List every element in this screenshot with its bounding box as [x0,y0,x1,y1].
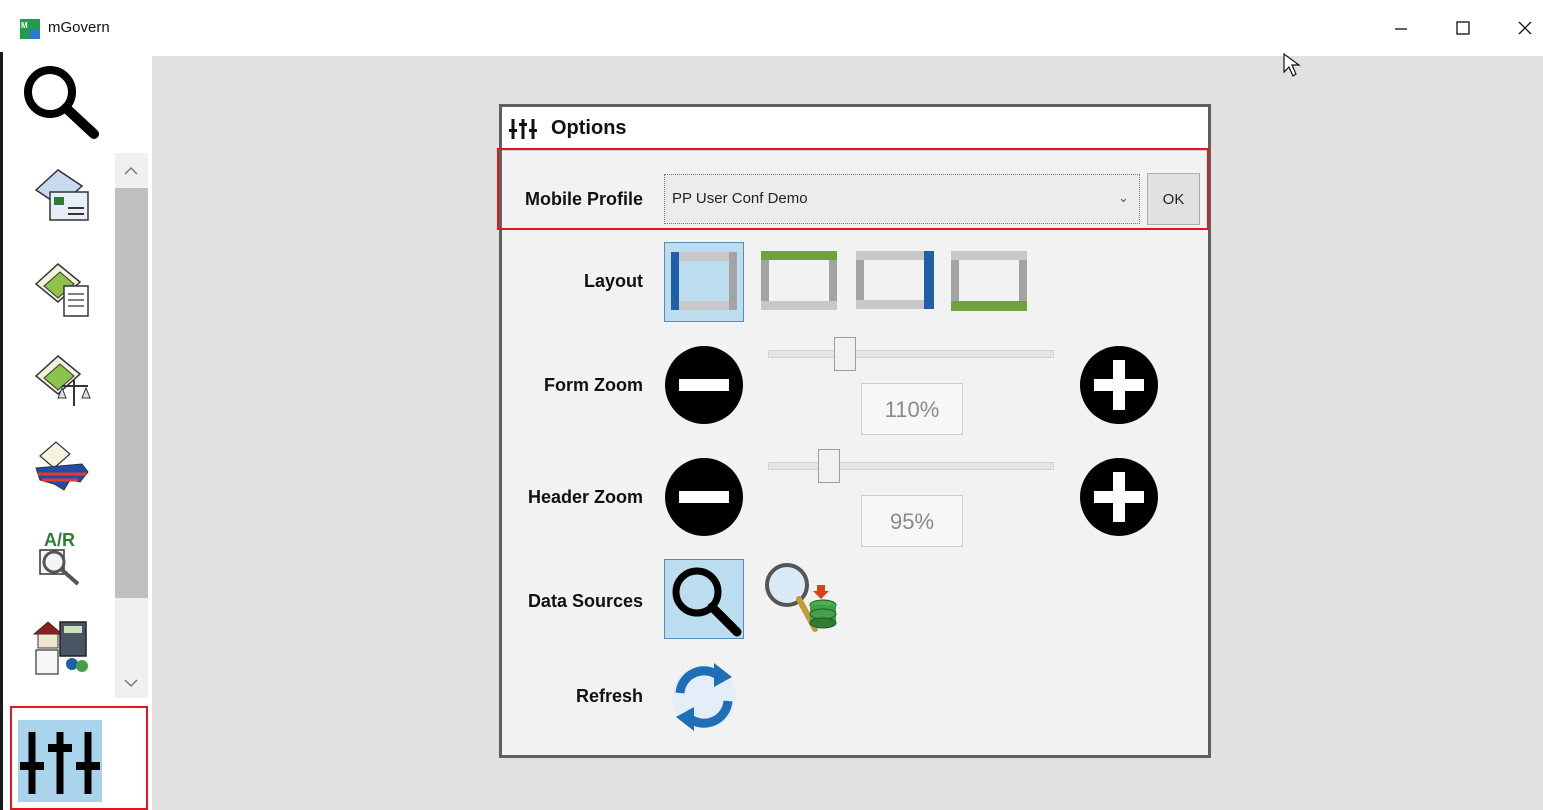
sidebar-item-calculator[interactable] [30,614,94,678]
layout-top-bar-icon [761,251,837,310]
header-zoom-slider[interactable] [768,462,1054,470]
maximize-icon [1456,21,1470,35]
search-icon [24,66,99,139]
search-icon [672,567,742,637]
refresh-button[interactable] [664,655,744,735]
refresh-icon [672,663,736,731]
data-source-option-database[interactable] [759,559,839,639]
layout-option-left[interactable] [664,242,744,322]
window-title: mGovern [48,19,110,36]
mobile-profile-label: Mobile Profile [524,189,643,209]
sidebar-scrollbar-thumb[interactable] [115,188,148,598]
sidebar-item-options[interactable] [18,720,102,802]
database-search-icon [765,563,837,632]
app-logo-icon: M [20,19,40,39]
scroll-up-button[interactable] [115,155,148,185]
chevron-down-icon: ⌄ [1118,190,1129,205]
calculator-house-icon [32,621,88,675]
refresh-label: Refresh [575,686,643,706]
sidebar-item-legal[interactable] [30,348,94,412]
sidebar-item-ar[interactable]: A/R [30,524,94,588]
layout-bottom-bar-icon [951,251,1027,311]
sidebar-item-billing[interactable] [30,164,94,228]
minimize-icon [1395,28,1407,30]
sidebar-item-documents[interactable] [30,256,94,320]
minus-circle-icon [665,346,743,424]
close-button[interactable] [1502,10,1543,46]
layout-option-top[interactable] [759,242,839,322]
layout-label: Layout [583,271,643,291]
layout-option-right[interactable] [854,242,934,322]
plus-circle-icon [1080,458,1158,536]
form-zoom-slider-thumb[interactable] [834,337,856,371]
options-sliders-icon [509,119,537,139]
plus-circle-icon [1080,346,1158,424]
header-zoom-value: 95% [861,495,963,547]
scroll-down-button[interactable] [115,668,148,698]
billing-cards-icon [34,169,89,221]
sidebar-item-map[interactable] [30,434,94,498]
ar-lookup-icon: A/R [39,530,80,586]
layout-right-bar-icon [856,251,934,309]
header-zoom-label: Header Zoom [527,487,643,507]
legal-scales-icon [34,355,91,406]
header-zoom-decrease-button[interactable] [664,457,744,537]
data-sources-label: Data Sources [527,591,643,611]
window-edge [0,52,3,810]
dialog-title: Options [551,117,627,139]
layout-left-bar-icon [671,252,737,310]
chevron-down-icon [124,679,138,688]
minus-circle-icon [665,458,743,536]
header-zoom-increase-button[interactable] [1079,457,1159,537]
header-zoom-slider-thumb[interactable] [818,449,841,483]
form-zoom-label: Form Zoom [544,375,643,395]
minimize-button[interactable] [1378,10,1424,46]
form-zoom-increase-button[interactable] [1079,345,1159,425]
mobile-profile-value: PP User Conf Demo [672,190,808,207]
mouse-cursor-icon [1283,52,1301,77]
svg-text:A/R: A/R [44,530,75,550]
usa-map-icon [35,441,89,491]
form-zoom-value: 110% [861,383,963,435]
sidebar-search-button[interactable] [18,60,102,144]
layout-option-bottom[interactable] [949,242,1029,322]
close-icon [1518,21,1532,35]
title-bar: M mGovern [0,0,1543,52]
documents-icon [34,263,89,317]
options-sliders-icon [20,732,100,794]
ok-button[interactable]: OK [1147,173,1200,225]
chevron-up-icon [124,166,138,175]
form-zoom-decrease-button[interactable] [664,345,744,425]
form-zoom-slider[interactable] [768,350,1054,358]
data-source-option-search[interactable] [664,559,744,639]
svg-text:M: M [21,21,28,30]
maximize-button[interactable] [1440,10,1486,46]
